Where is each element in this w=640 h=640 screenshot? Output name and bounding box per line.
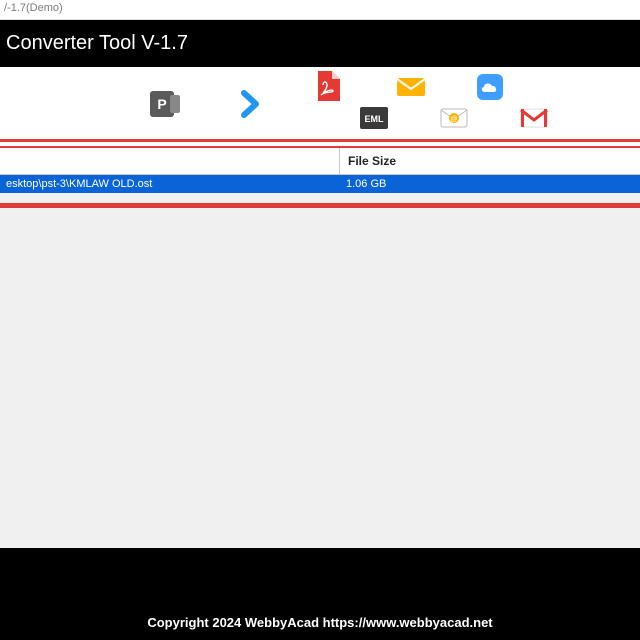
app-header: Converter Tool V-1.7 — [0, 22, 640, 67]
gmail-icon — [520, 107, 548, 129]
col-header-file-size[interactable]: File Size — [340, 148, 640, 174]
yellow-envelope-icon: @ — [440, 107, 468, 129]
footer-bar: Copyright 2024 WebbyAcad https://www.web… — [0, 607, 640, 640]
app-root: /-1.7(Demo) Converter Tool V-1.7 P — [0, 0, 640, 640]
window-title-bar: /-1.7(Demo) — [0, 0, 640, 20]
mail-envelope-icon — [396, 75, 426, 97]
arrow-right-icon — [236, 89, 266, 119]
file-table: File Size esktop\pst-3\KMLAW OLD.ost 1.0… — [0, 148, 640, 548]
pdf-icon — [316, 71, 340, 101]
table-empty-area — [0, 208, 640, 548]
pst-icon: P — [148, 89, 182, 119]
col-header-path[interactable] — [0, 148, 340, 174]
eml-icon: EML — [360, 107, 388, 129]
table-header-row: File Size — [0, 148, 640, 175]
icloud-icon — [476, 73, 504, 101]
conversion-banner: P — [0, 67, 640, 142]
svg-text:EML: EML — [365, 114, 385, 124]
cell-file-path: esktop\pst-3\KMLAW OLD.ost — [0, 175, 340, 193]
main-window: Converter Tool V-1.7 P — [0, 22, 640, 548]
footer-copyright: Copyright 2024 WebbyAcad https://www.web… — [147, 615, 492, 630]
svg-text:@: @ — [450, 116, 457, 123]
window-title-text: /-1.7(Demo) — [4, 2, 63, 14]
table-row[interactable]: esktop\pst-3\KMLAW OLD.ost 1.06 GB — [0, 175, 640, 193]
cell-file-size: 1.06 GB — [340, 175, 640, 193]
svg-text:P: P — [157, 96, 166, 112]
app-title: Converter Tool V-1.7 — [6, 32, 188, 54]
